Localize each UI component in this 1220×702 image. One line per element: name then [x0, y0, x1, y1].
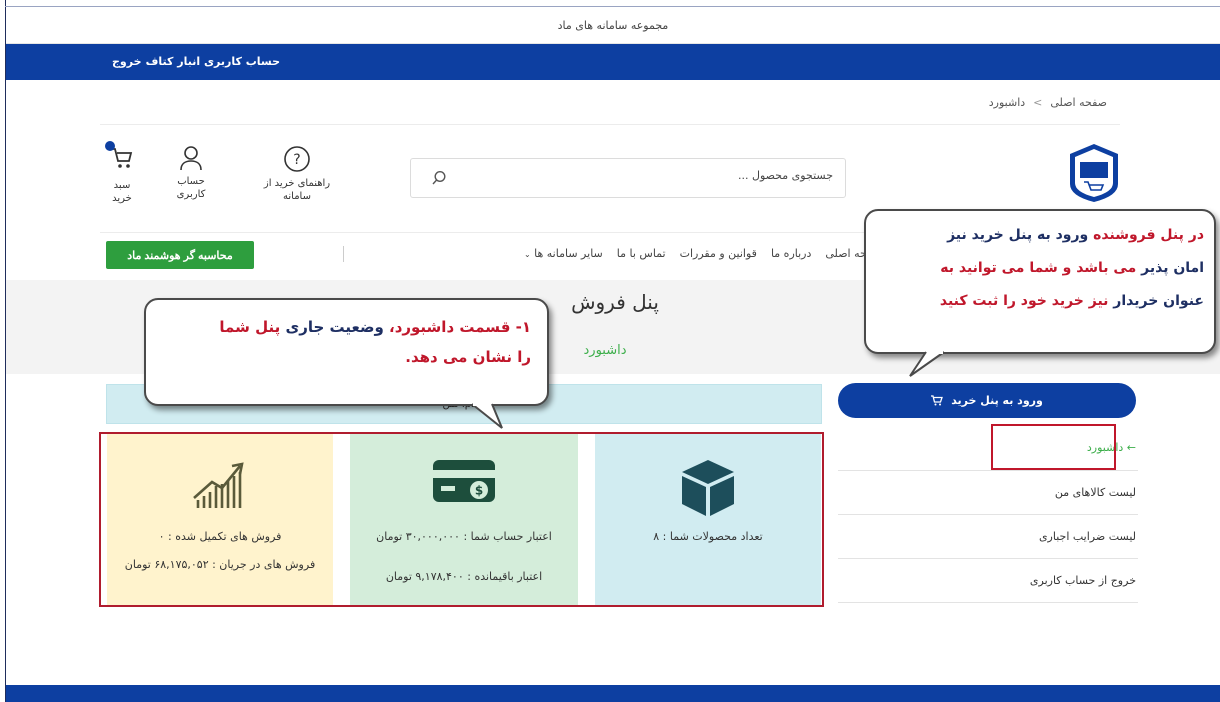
callout-text: امان پذیر: [1136, 260, 1204, 276]
sidebar-item-label: لیست ضرایب اجباری: [1038, 530, 1136, 543]
logo-badge-icon: [1070, 144, 1118, 202]
menu-item-contact[interactable]: تماس با ما: [617, 247, 666, 260]
smart-calculator-button[interactable]: محاسبه گر هوشمند ماد: [106, 241, 254, 269]
sidebar-item-my-products[interactable]: لیست کالاهای من: [838, 471, 1138, 515]
callout-text: وضعیت جاری: [280, 318, 389, 336]
callout-line: در پنل فروشنده ورود به پنل خرید نیز: [876, 219, 1204, 252]
menu-item-about[interactable]: درباره ما: [771, 247, 811, 260]
user-bar: حساب کاربری انبار کتاف خروج: [6, 44, 1220, 80]
menu-item-other-systems[interactable]: سایر سامانه ها ⌄: [524, 247, 603, 260]
main-menu: صفحه اصلی درباره ما قوانین و مقررات تماس…: [524, 247, 882, 260]
buy-panel-label: ورود به پنل خرید: [951, 394, 1043, 407]
cart-badge: [105, 141, 115, 151]
cart-button[interactable]: سبد خرید: [100, 141, 144, 205]
account-button[interactable]: حساب کاربری: [168, 145, 214, 201]
page: مجموعه سامانه های ماد حساب کاربری انبار …: [0, 0, 1220, 702]
site-logo[interactable]: [1066, 142, 1122, 204]
sidebar-item-label: لیست کالاهای من: [1054, 486, 1136, 499]
cart-label: سبد خرید: [112, 180, 132, 204]
search-box[interactable]: [410, 158, 846, 198]
logout-link[interactable]: خروج: [112, 55, 142, 68]
callout-text: پنل شما: [219, 318, 281, 336]
search-icon[interactable]: [431, 170, 447, 186]
page-subtitle: داشبورد: [583, 343, 627, 358]
callout-text: ورود به پنل خرید نیز: [947, 227, 1094, 243]
cart-icon: [931, 395, 944, 406]
callout-line: امان پذیر می باشد و شما می توانید به: [876, 252, 1204, 285]
callout-text: می باشد و شما می توانید به: [940, 260, 1137, 276]
callout-line: ۱- قسمت داشبورد، وضعیت جاری پنل شما: [158, 312, 531, 342]
breadcrumb-separator: >: [1033, 96, 1043, 109]
dashboard-item-highlight: [991, 424, 1116, 470]
breadcrumb-home[interactable]: صفحه اصلی: [1050, 96, 1107, 109]
callout-text: در پنل فروشنده: [1093, 227, 1204, 243]
sidebar-item-coefficients[interactable]: لیست ضرایب اجباری: [838, 515, 1138, 559]
user-icon: [180, 146, 202, 171]
breadcrumb-current: داشبورد: [988, 96, 1026, 109]
breadcrumb: صفحه اصلی > داشبورد: [989, 96, 1107, 109]
menu-item-other-label: سایر سامانه ها: [534, 247, 603, 260]
site-title: مجموعه سامانه های ماد: [557, 18, 669, 32]
footer-bar: [6, 685, 1220, 702]
menu-separator: [343, 246, 344, 262]
account-link[interactable]: حساب کاربری انبار کتاف: [146, 55, 280, 68]
chevron-down-icon: ⌄: [523, 250, 531, 259]
callout-tail: [471, 402, 503, 429]
callout-line: را نشان می دهد.: [158, 342, 531, 372]
sidebar-item-label: خروج از حساب کاربری: [1029, 574, 1136, 587]
callout-buy-panel: در پنل فروشنده ورود به پنل خرید نیز امان…: [864, 209, 1216, 354]
callout-text: را نشان می دهد.: [405, 348, 531, 366]
search-input[interactable]: [453, 169, 833, 182]
menu-item-rules[interactable]: قوانین و مقررات: [680, 247, 757, 260]
svg-text:?: ?: [293, 152, 300, 168]
help-button[interactable]: ? راهنمای خرید از سامانه: [250, 145, 344, 203]
dashboard-highlight-frame: [99, 432, 824, 607]
callout-dashboard: ۱- قسمت داشبورد، وضعیت جاری پنل شما را ن…: [144, 298, 549, 406]
account-label: حساب کاربری: [176, 176, 206, 200]
top-title-bar: مجموعه سامانه های ماد: [6, 7, 1220, 44]
callout-text: عنوان خریدار: [1108, 293, 1204, 309]
callout-line: عنوان خریدار نیز خرید خود را ثبت کنید: [876, 285, 1204, 318]
callout-tail: [909, 350, 945, 377]
page-title: پنل فروش: [571, 290, 659, 314]
callout-text: نیز خرید خود را ثبت کنید: [939, 293, 1109, 309]
help-icon: ?: [284, 146, 310, 172]
divider: [100, 124, 1120, 125]
help-label: راهنمای خرید از سامانه: [263, 178, 331, 202]
buy-panel-button[interactable]: ورود به پنل خرید: [838, 383, 1136, 418]
callout-text: ۱- قسمت داشبورد،: [389, 318, 531, 336]
sidebar-item-logout[interactable]: خروج از حساب کاربری: [838, 559, 1138, 603]
